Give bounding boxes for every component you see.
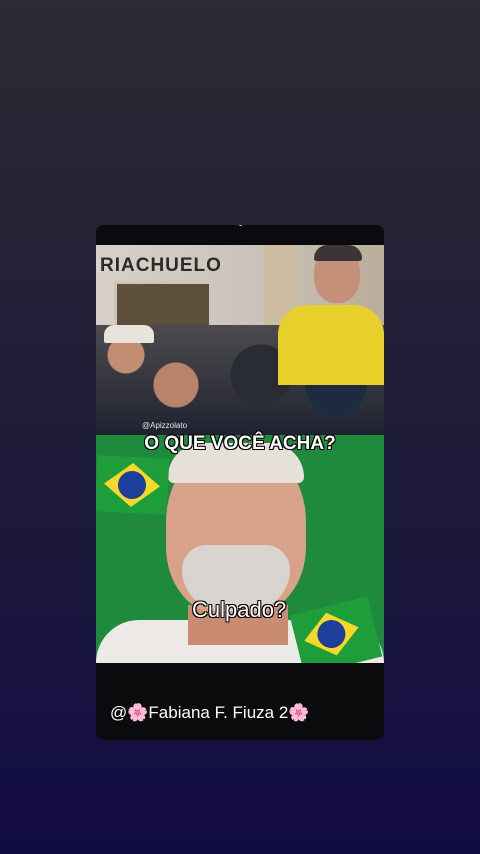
brazil-flag-icon	[289, 596, 383, 663]
credit-text: @🌸Fabiana F. Fiuza 2🌸	[110, 703, 310, 722]
store-sign: RIACHUELO	[100, 255, 222, 276]
white-cap	[104, 325, 154, 343]
dot-indicator	[239, 225, 242, 226]
upper-photo: RIACHUELO @Apizzolato	[96, 245, 384, 435]
caption-text: Culpado?	[192, 597, 287, 622]
brazil-flag-icon	[96, 455, 170, 515]
man-hair	[314, 245, 362, 261]
lower-photo	[96, 435, 384, 663]
yellow-shirt	[278, 305, 384, 385]
top-strip	[96, 225, 384, 245]
watermark: @Apizzolato	[142, 421, 188, 430]
question-text: O QUE VOCÊ ACHA?	[144, 433, 336, 454]
video-card[interactable]: RIACHUELO @Apizzolato O QUE VOCÊ ACHA? C…	[96, 225, 384, 740]
